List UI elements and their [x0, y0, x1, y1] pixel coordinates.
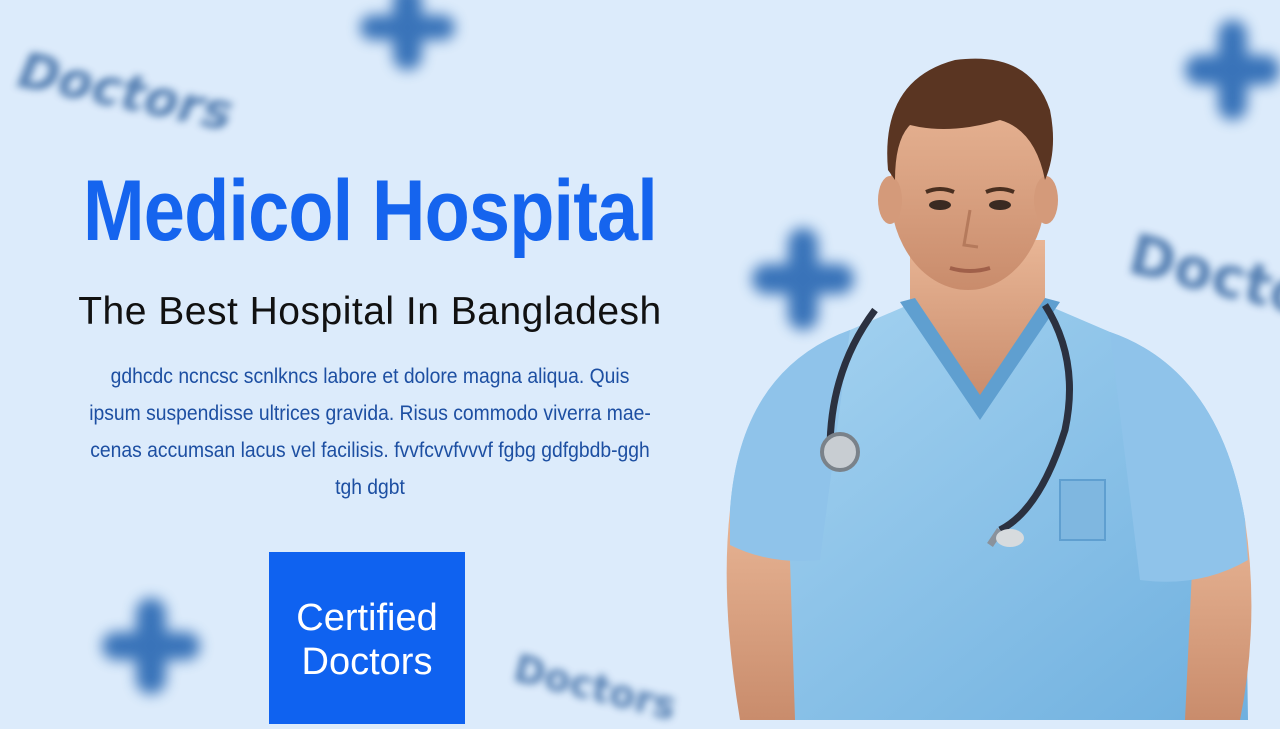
page-title: Medicol Hospital	[83, 163, 658, 259]
badge-line-1: Certified	[296, 597, 438, 639]
decor-word-doctors: Doctors	[509, 646, 681, 729]
hero-description: gdhcdc ncncsc scnlkncs labore et dolore …	[89, 365, 651, 499]
doctor-image	[726, 58, 1252, 720]
badge-line-2: Doctors	[301, 641, 433, 683]
medical-cross-icon	[360, 0, 455, 70]
page-subtitle: The Best Hospital In Bangladesh	[78, 290, 662, 333]
certified-doctors-badge: Certified Doctors	[269, 552, 465, 724]
decor-word-doctors: Doctors	[7, 42, 244, 142]
medical-cross-icon	[102, 598, 200, 694]
